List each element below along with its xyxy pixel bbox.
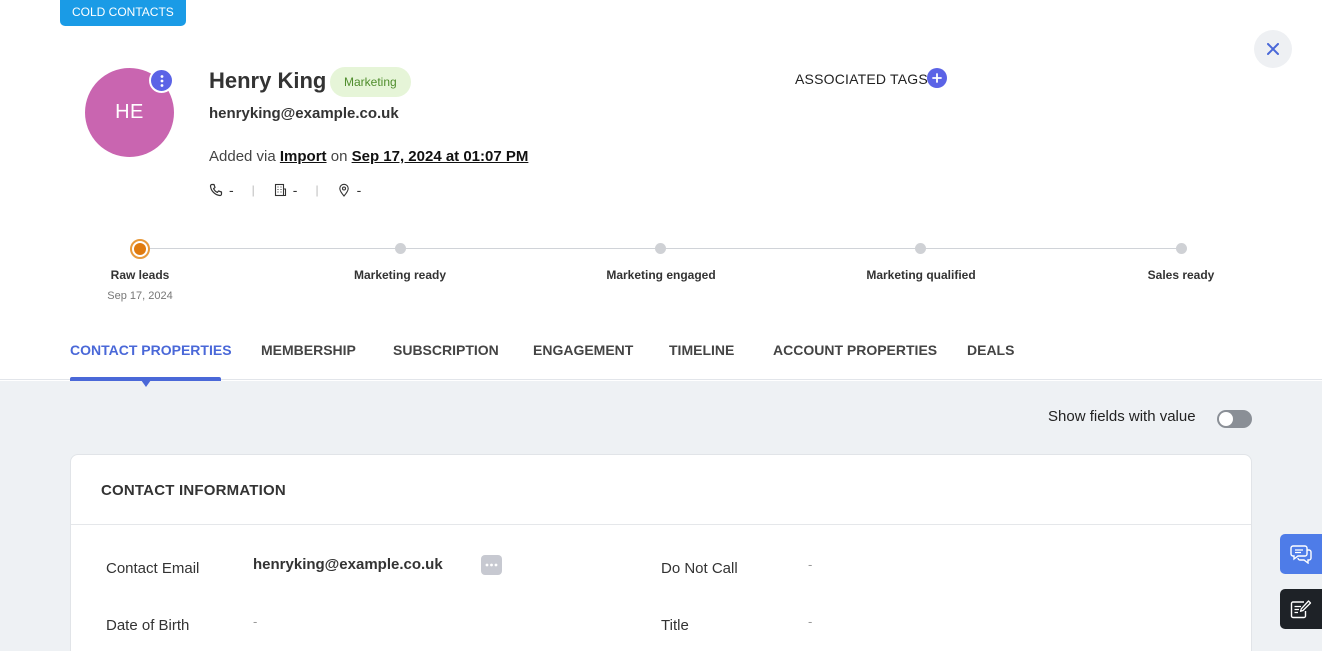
tab-timeline[interactable]: TIMELINE (669, 342, 734, 358)
company-value: - (292, 182, 298, 198)
stage-dot-marketing-ready[interactable] (395, 243, 406, 254)
tab-account-properties[interactable]: ACCOUNT PROPERTIES (773, 342, 937, 358)
contact-meta-row: - | - | - (209, 182, 361, 198)
contact-email: henryking@example.co.uk (209, 105, 399, 122)
added-via-prefix: Added via (209, 148, 276, 165)
field-value-date-of-birth[interactable]: - (253, 614, 257, 629)
tab-contact-properties[interactable]: CONTACT PROPERTIES (70, 342, 232, 358)
segment-badge: Marketing (330, 67, 411, 97)
stage-dot-sales-ready[interactable] (1176, 243, 1187, 254)
cold-contacts-badge: COLD CONTACTS (60, 0, 186, 26)
field-label-date-of-birth: Date of Birth (106, 617, 190, 634)
stage-label-marketing-ready: Marketing ready (353, 268, 447, 282)
field-value-do-not-call[interactable]: - (808, 557, 812, 572)
active-tab-caret (141, 380, 151, 387)
added-via-text: Added via Import on Sep 17, 2024 at 01:0… (209, 148, 528, 165)
plus-icon (932, 73, 942, 83)
more-horizontal-icon (485, 563, 498, 567)
phone-icon (209, 183, 223, 197)
chat-button[interactable] (1280, 534, 1322, 574)
meta-divider: | (315, 183, 319, 197)
tab-membership[interactable]: MEMBERSHIP (261, 342, 356, 358)
stage-label-raw-leads: Raw leads (110, 268, 170, 282)
more-vertical-icon (160, 74, 163, 87)
field-value-contact-email[interactable]: henryking@example.co.uk (253, 556, 443, 573)
location-value: - (356, 182, 362, 198)
phone-value: - (229, 182, 234, 198)
stage-label-marketing-engaged: Marketing engaged (606, 268, 716, 282)
company-meta: - (273, 182, 298, 198)
close-button[interactable] (1254, 30, 1292, 68)
added-on-word: on (330, 148, 348, 165)
add-tag-button[interactable] (927, 68, 947, 88)
close-icon (1267, 43, 1279, 55)
card-header: CONTACT INFORMATION (71, 455, 1251, 525)
chat-icon (1290, 545, 1312, 564)
contact-header-panel (0, 0, 1322, 380)
building-icon (274, 183, 286, 197)
stage-dot-raw-leads[interactable] (130, 239, 150, 259)
show-fields-label: Show fields with value (1048, 408, 1196, 425)
toggle-knob (1219, 412, 1233, 426)
field-value-title[interactable]: - (808, 614, 812, 629)
associated-tags-label: ASSOCIATED TAGS (795, 71, 928, 87)
stage-label-marketing-qualified: Marketing qualified (866, 268, 976, 282)
avatar-menu-button[interactable] (149, 68, 174, 93)
notes-button[interactable] (1280, 589, 1322, 629)
field-label-title: Title (661, 617, 689, 634)
stage-date-raw-leads: Sep 17, 2024 (107, 290, 173, 302)
tab-subscription[interactable]: SUBSCRIPTION (393, 342, 499, 358)
stage-dot-marketing-qualified[interactable] (915, 243, 926, 254)
contact-name: Henry King (209, 68, 327, 93)
stage-dot-marketing-engaged[interactable] (655, 243, 666, 254)
location-meta: - (337, 182, 362, 198)
field-label-do-not-call: Do Not Call (661, 560, 738, 577)
tab-engagement[interactable]: ENGAGEMENT (533, 342, 633, 358)
meta-divider: | (251, 183, 255, 197)
tab-deals[interactable]: DEALS (967, 342, 1014, 358)
added-date-link[interactable]: Sep 17, 2024 at 01:07 PM (352, 148, 529, 165)
location-pin-icon (338, 183, 349, 197)
card-title: CONTACT INFORMATION (101, 482, 286, 499)
added-via-source-link[interactable]: Import (280, 148, 327, 165)
stage-label-sales-ready: Sales ready (1147, 268, 1215, 282)
email-options-button[interactable] (481, 555, 502, 575)
phone-meta: - (209, 182, 234, 198)
field-label-contact-email: Contact Email (106, 560, 200, 577)
notes-icon (1290, 600, 1312, 619)
show-fields-toggle[interactable] (1217, 410, 1252, 428)
